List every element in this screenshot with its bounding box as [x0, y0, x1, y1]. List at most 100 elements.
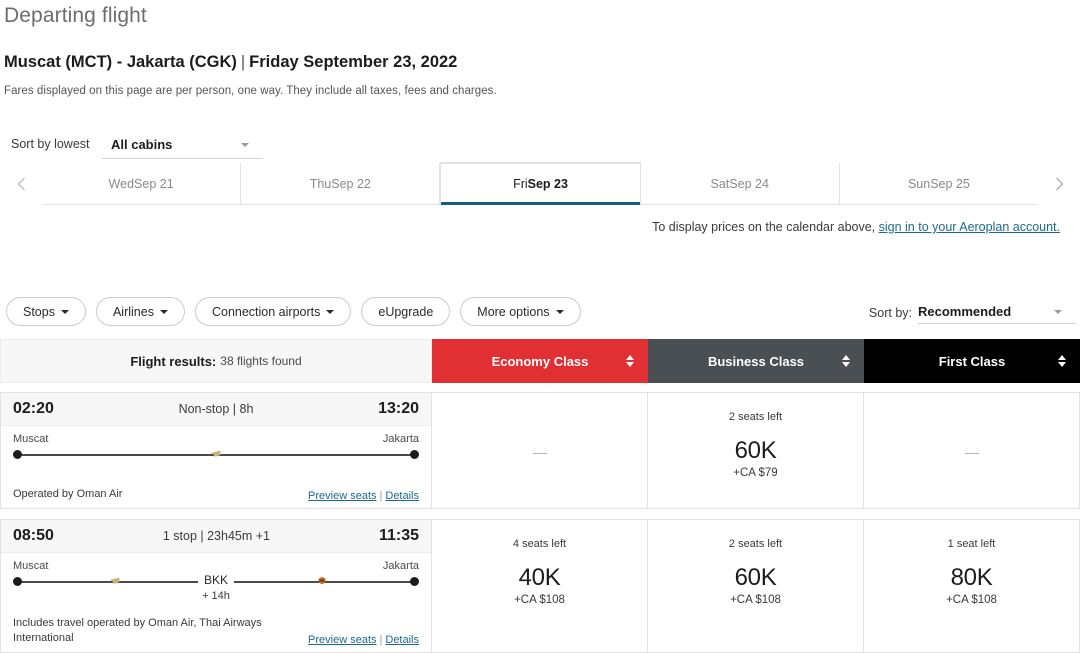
fare-cell-economy-0[interactable] — [432, 392, 648, 509]
departing-flight-page: Departing flight Muscat (MCT) - Jakarta … — [0, 0, 1080, 653]
stop-layover-duration: + 14h — [202, 590, 230, 602]
origin-city: Muscat — [13, 433, 49, 445]
filter-label: Connection airports — [211, 304, 321, 319]
fare-cash: +CA $108 — [730, 594, 781, 606]
date-tab-dow: Fri — [513, 177, 528, 191]
page-title: Departing flight — [4, 4, 147, 27]
depart-time: 02:20 — [13, 400, 54, 417]
date-tab-date: Sep 25 — [930, 176, 970, 191]
fare-cell-first-1[interactable]: 1 seat left 80K +CA $108 — [864, 519, 1080, 653]
flight-info-0: 02:20 Non-stop | 8h 13:20 Muscat Jakarta… — [0, 392, 432, 509]
sort-by-lowest-label: Sort by lowest — [11, 137, 90, 151]
fare-unavailable-dash — [532, 453, 547, 454]
origin-dot — [13, 450, 22, 459]
seats-left: 4 seats left — [512, 538, 567, 550]
flight-path-1: BKK + 14h — [13, 572, 419, 602]
sort-by-select[interactable]: Recommended — [918, 300, 1076, 324]
filter-label: Stops — [23, 304, 55, 319]
date-next-button[interactable] — [1038, 163, 1080, 205]
fare-cell-business-1[interactable]: 2 seats left 60K +CA $108 — [648, 519, 864, 653]
preview-seats-link[interactable]: Preview seats — [308, 490, 376, 502]
airline-logo-icon — [210, 450, 221, 458]
flight-footer-1: Includes travel operated by Oman Air, Th… — [1, 616, 431, 652]
sort-updown-icon[interactable] — [626, 355, 634, 367]
table-row[interactable]: 08:50 1 stop | 23h45m +1 11:35 Muscat Ja… — [0, 519, 1080, 653]
flight-cities-1: Muscat Jakarta — [1, 553, 431, 572]
fare-cell-first-0[interactable] — [864, 392, 1080, 509]
flight-results-count: Flight results: 38 flights found — [0, 339, 432, 383]
results-table-header: Flight results: 38 flights found Economy… — [0, 339, 1080, 383]
sort-by-label: Sort by: — [868, 306, 912, 320]
date-tab-3[interactable]: Sat Sep 24 — [640, 163, 840, 204]
destination-city: Jakarta — [382, 560, 419, 572]
date-tab-4[interactable]: Sun Sep 25 — [839, 163, 1039, 204]
column-header-label: Business Class — [707, 353, 805, 369]
aeroplan-signin-link[interactable]: sign in to your Aeroplan account. — [879, 220, 1060, 234]
flight-info-1: 08:50 1 stop | 23h45m +1 11:35 Muscat Ja… — [0, 519, 432, 653]
cabin-select[interactable]: All cabins — [102, 131, 263, 159]
filter-pill-bar: Stops Airlines Connection airports eUpgr… — [6, 297, 581, 326]
flight-links-0: Preview seats | Details — [308, 490, 419, 502]
depart-time: 08:50 — [13, 527, 54, 544]
route-and-date: Muscat (MCT) - Jakarta (CGK) | Friday Sept… — [4, 53, 457, 72]
column-header-first[interactable]: First Class — [864, 339, 1080, 383]
date-tab-dow: Sun — [907, 176, 931, 191]
fare-cell-economy-1[interactable]: 4 seats left 40K +CA $108 — [432, 519, 648, 653]
calendar-price-signin-note: To display prices on the calendar above,… — [652, 220, 1060, 234]
filter-label: Airlines — [112, 304, 154, 319]
filter-stops-button[interactable]: Stops — [6, 297, 86, 326]
date-tab-date: Sep 23 — [527, 177, 568, 191]
flight-footer-0: Operated by Oman Air Preview seats | Detai… — [1, 487, 431, 508]
column-header-label: Economy Class — [491, 353, 589, 369]
arrive-time: 13:20 — [378, 400, 419, 417]
date-tab-1[interactable]: Thu Sep 22 — [241, 163, 441, 204]
airline-logo-icon — [109, 577, 119, 585]
flight-summary: Non-stop | 8h — [178, 402, 254, 416]
date-tab-date: Sep 24 — [729, 176, 769, 191]
destination-dot — [410, 577, 419, 586]
column-header-business[interactable]: Business Class — [648, 339, 864, 383]
operated-by-text: Operated by Oman Air — [13, 488, 123, 501]
filter-eupgrade-button[interactable]: eUpgrade — [361, 297, 451, 326]
column-header-economy[interactable]: Economy Class — [432, 339, 648, 383]
filter-more-options-button[interactable]: More options — [460, 297, 581, 326]
flight-path-0 — [13, 445, 419, 471]
filter-label: More options — [477, 304, 550, 319]
fares-disclaimer: Fares displayed on this page are per per… — [4, 85, 497, 97]
sort-by-control: Sort by: Recommended — [869, 300, 1076, 324]
filter-connection-airports-button[interactable]: Connection airports — [194, 297, 352, 326]
sort-updown-icon[interactable] — [842, 355, 850, 367]
flight-results-label: Flight results: — [130, 353, 217, 369]
date-tab-dow: Thu — [309, 176, 332, 191]
date-strip: Wed Sep 21 Thu Sep 22 Fri Sep 23 Sat Sep… — [0, 163, 1080, 205]
date-tab-dow: Sat — [710, 176, 730, 191]
table-row[interactable]: 02:20 Non-stop | 8h 13:20 Muscat Jakarta… — [0, 392, 1080, 509]
date-prev-button[interactable] — [0, 163, 42, 205]
filter-airlines-button[interactable]: Airlines — [95, 297, 185, 326]
fare-cell-business-0[interactable]: 2 seats left 60K +CA $79 — [648, 392, 864, 509]
details-link[interactable]: Details — [385, 634, 419, 646]
arrive-time: 11:35 — [378, 527, 419, 544]
fare-cash: +CA $79 — [733, 467, 778, 479]
sort-by-value: Recommended — [918, 304, 1012, 319]
departure-date: Friday September 23, 2022 — [249, 53, 458, 71]
fare-points: 40K — [518, 564, 561, 591]
sort-updown-icon[interactable] — [1058, 355, 1066, 367]
preview-seats-link[interactable]: Preview seats — [308, 634, 376, 646]
flight-cities-0: Muscat Jakarta — [1, 426, 431, 445]
details-link[interactable]: Details — [385, 490, 419, 502]
chevron-down-icon — [60, 309, 69, 314]
route-separator: | — [240, 53, 246, 71]
origin-dot — [13, 577, 22, 586]
signin-note-text: To display prices on the calendar above, — [652, 220, 879, 234]
chevron-down-icon — [326, 309, 335, 314]
date-tab-date: Sep 21 — [134, 176, 174, 191]
seats-left: 2 seats left — [728, 411, 783, 423]
stop-airport-code: BKK — [197, 573, 235, 587]
fare-cash: +CA $108 — [514, 594, 565, 606]
date-tab-2-selected[interactable]: Fri Sep 23 — [440, 163, 641, 205]
seats-left: 2 seats left — [728, 538, 783, 550]
airline-logo-icon — [318, 577, 326, 585]
date-tab-0[interactable]: Wed Sep 21 — [42, 163, 242, 204]
chevron-down-icon — [241, 142, 249, 147]
